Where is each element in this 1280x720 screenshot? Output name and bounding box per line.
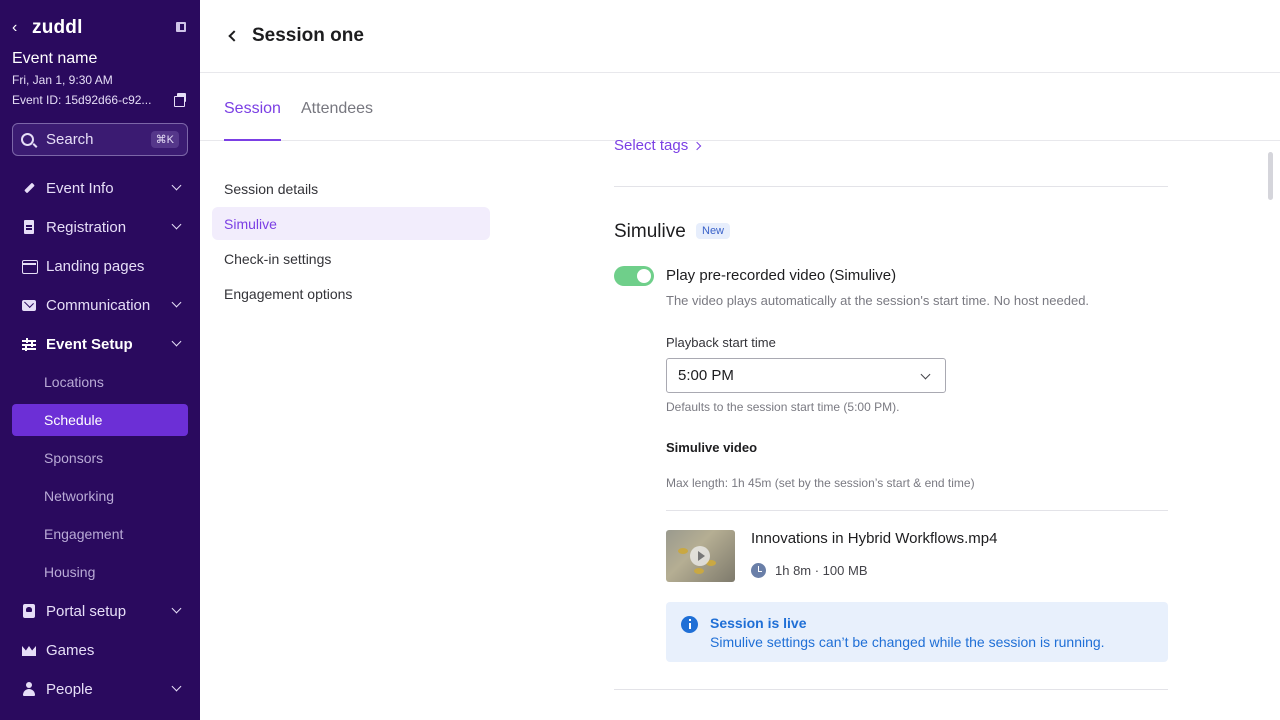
playback-hint: Defaults to the session start time (5:00…: [666, 400, 900, 414]
new-badge: New: [696, 223, 731, 239]
nav-label: People: [46, 680, 93, 698]
sub-item-sponsors[interactable]: Sponsors: [12, 442, 188, 474]
nav-label: Event Setup: [46, 335, 133, 353]
chevron-down-icon: [920, 369, 931, 380]
nav-communication[interactable]: Communication: [12, 289, 188, 321]
divider: [614, 689, 1168, 690]
playback-start-value: 5:00 PM: [678, 367, 734, 384]
chevron-down-icon: [171, 180, 182, 191]
nav-portal-setup[interactable]: Portal setup: [12, 595, 188, 627]
page-icon: [22, 259, 38, 274]
toggle-description: The video plays automatically at the ses…: [666, 293, 1090, 308]
mail-icon: [22, 298, 36, 312]
video-thumbnail[interactable]: [666, 530, 735, 582]
chevron-right-icon: [692, 141, 702, 150]
divider: [666, 510, 1168, 511]
back-chevron-icon[interactable]: [228, 30, 240, 42]
toggle-label: Play pre-recorded video (Simulive): [666, 267, 897, 284]
brand-logo: zuddl: [32, 17, 83, 38]
thumbnail-decoration: [678, 548, 688, 554]
scrollbar[interactable]: [1268, 152, 1273, 200]
sidebar: ‹ zuddl Event name Fri, Jan 1, 9:30 AM E…: [0, 0, 200, 720]
nav-event-setup[interactable]: Event Setup: [12, 328, 188, 360]
chevron-down-icon: [171, 219, 182, 230]
search-placeholder: Search: [46, 131, 94, 148]
chevron-down-icon: [171, 603, 182, 614]
brand-row[interactable]: ‹ zuddl: [12, 16, 188, 40]
page-title: Session one: [252, 25, 364, 46]
nav-label: Communication: [46, 296, 151, 314]
page-header: Session one: [200, 0, 1280, 73]
sliders-icon: [22, 337, 36, 351]
search-icon: [21, 133, 34, 146]
simulive-video-heading: Simulive video: [666, 440, 758, 455]
alert-body: Simulive settings can’t be changed while…: [710, 634, 1105, 650]
subnav-check-in-settings[interactable]: Check-in settings: [212, 242, 490, 275]
back-arrow-icon[interactable]: ‹: [12, 19, 32, 37]
collapse-sidebar-icon[interactable]: [176, 22, 186, 32]
nav-event-info[interactable]: Event Info: [12, 172, 188, 204]
pen-icon: [22, 181, 36, 195]
session-live-alert: Session is live Simulive settings can’t …: [666, 602, 1168, 662]
video-max-length: Max length: 1h 45m (set by the session’s…: [666, 476, 975, 490]
search-shortcut: ⌘K: [150, 131, 179, 148]
sub-item-schedule[interactable]: Schedule: [12, 404, 188, 436]
copy-icon[interactable]: [174, 93, 187, 107]
divider: [614, 186, 1168, 187]
nav-registration[interactable]: Registration: [12, 211, 188, 243]
video-meta: 1h 8m · 100 MB: [775, 563, 868, 578]
tab-attendees[interactable]: Attendees: [301, 100, 373, 139]
thumbnail-decoration: [694, 568, 704, 574]
search-input[interactable]: Search ⌘K: [12, 123, 188, 156]
video-file-name: Innovations in Hybrid Workflows.mp4: [751, 530, 998, 547]
nav-games[interactable]: Games: [12, 634, 188, 666]
sub-item-engagement[interactable]: Engagement: [12, 518, 188, 550]
portal-icon: [22, 604, 36, 618]
toggle-knob: [637, 269, 651, 283]
doc-icon: [22, 220, 36, 234]
crown-icon: [22, 643, 36, 657]
playback-start-label: Playback start time: [666, 335, 776, 350]
play-icon[interactable]: [690, 546, 710, 566]
subnav-engagement-options[interactable]: Engagement options: [212, 277, 490, 310]
nav-people[interactable]: People: [12, 673, 188, 705]
chevron-down-icon: [171, 336, 182, 347]
section-title: Simulive: [614, 221, 686, 242]
nav-label: Registration: [46, 218, 127, 236]
chevron-down-icon: [171, 297, 182, 308]
event-id: Event ID: 15d92d66-c92...: [12, 93, 152, 107]
nav-label: Event Info: [46, 179, 114, 197]
person-icon: [22, 682, 36, 696]
select-tags-label: Select tags: [614, 137, 689, 154]
clock-icon: [751, 563, 766, 578]
chevron-down-icon: [171, 681, 182, 692]
tab-session[interactable]: Session: [224, 100, 281, 141]
info-icon: [681, 616, 698, 633]
playback-start-select[interactable]: 5:00 PM: [666, 358, 946, 393]
subnav-simulive[interactable]: Simulive: [212, 207, 490, 240]
nav-label: Games: [46, 641, 95, 659]
nav-landing-pages[interactable]: Landing pages: [12, 250, 188, 282]
sub-item-networking[interactable]: Networking: [12, 480, 188, 512]
subnav-session-details[interactable]: Session details: [212, 172, 490, 205]
tab-bar: Session Attendees: [200, 73, 1280, 141]
sub-item-locations[interactable]: Locations: [12, 366, 188, 398]
nav-label: Landing pages: [46, 257, 145, 275]
nav-label: Portal setup: [46, 602, 127, 620]
event-date: Fri, Jan 1, 9:30 AM: [12, 73, 113, 87]
alert-title: Session is live: [710, 615, 807, 631]
event-name: Event name: [12, 50, 98, 67]
simulive-toggle[interactable]: [614, 266, 654, 286]
sub-item-housing[interactable]: Housing: [12, 556, 188, 588]
select-tags-link[interactable]: Select tags: [614, 137, 702, 154]
